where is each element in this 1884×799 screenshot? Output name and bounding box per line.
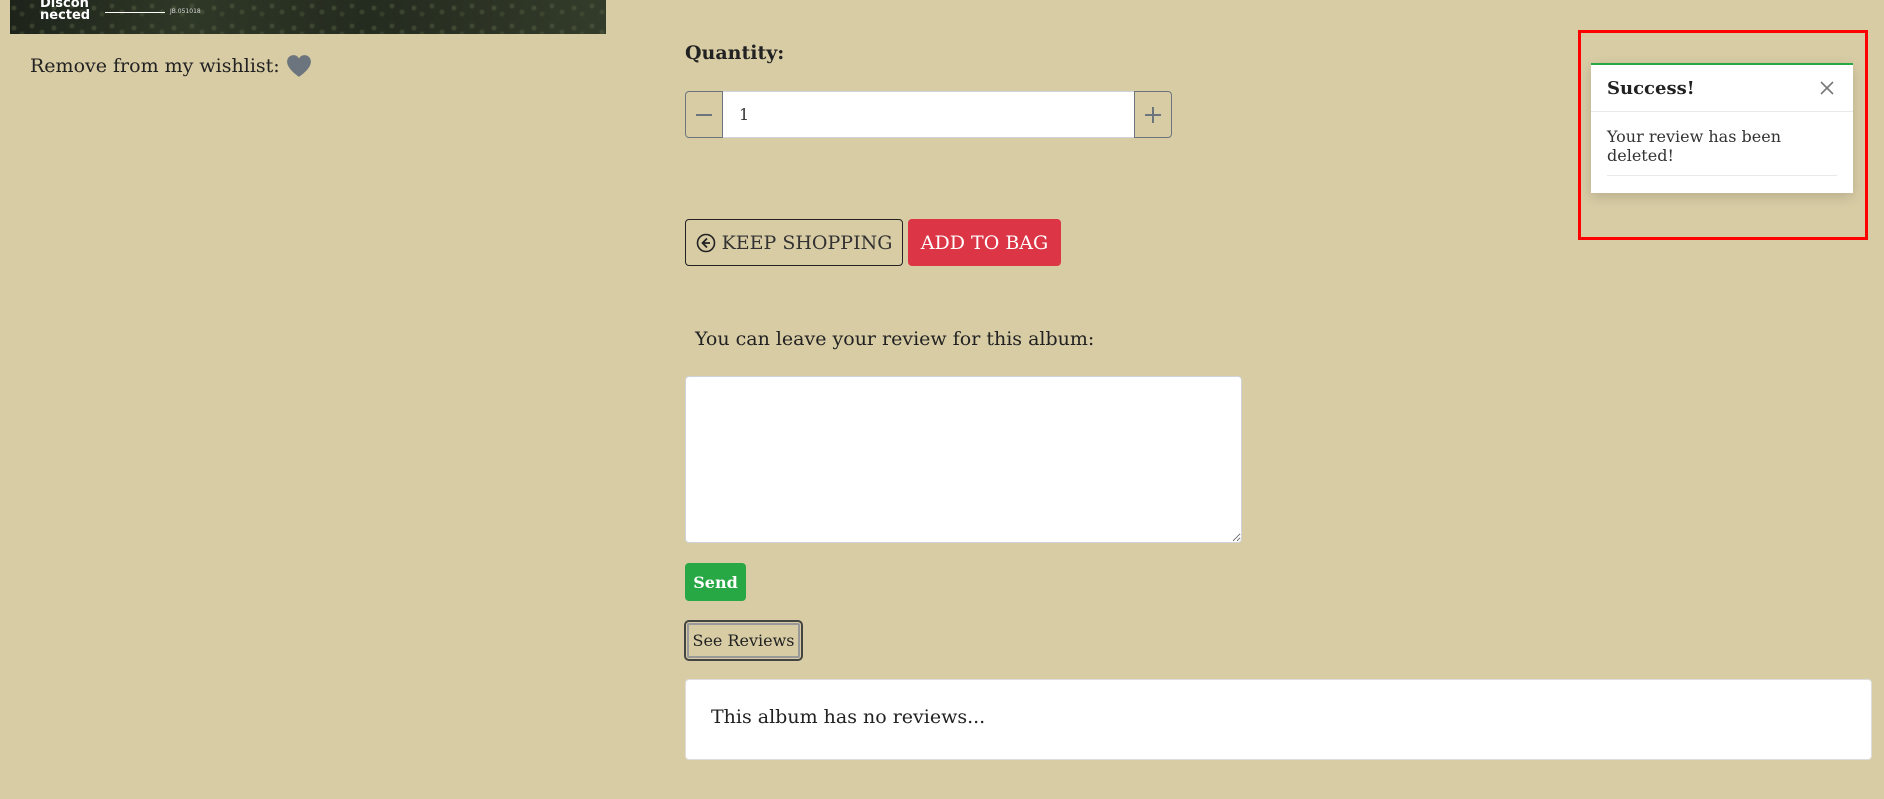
wishlist-label: Remove from my wishlist: [30, 55, 280, 77]
success-toast: Success! Your review has been deleted! [1591, 63, 1853, 193]
album-cover-line [105, 12, 165, 13]
minus-icon [696, 113, 712, 116]
no-reviews-text: This album has no reviews... [711, 706, 986, 728]
no-reviews-card: This album has no reviews... [685, 679, 1872, 760]
review-prompt: You can leave your review for this album… [695, 328, 1095, 350]
toast-message: Your review has been deleted! [1607, 112, 1837, 176]
album-cover-code: JB.051018 [170, 8, 201, 15]
send-review-button[interactable]: Send [685, 563, 746, 601]
toast-title: Success! [1607, 77, 1695, 99]
keep-shopping-label: KEEP SHOPPING [721, 231, 893, 254]
add-to-bag-button[interactable]: ADD TO BAG [908, 219, 1061, 266]
quantity-input[interactable] [723, 91, 1134, 138]
heart-icon[interactable] [286, 54, 312, 78]
album-cover-image: Discon nected JB.051018 [10, 0, 606, 34]
toast-close-button[interactable] [1817, 78, 1837, 98]
album-cover-title: Discon nected [40, 0, 91, 23]
toast-body: Your review has been deleted! [1591, 112, 1853, 176]
review-textarea[interactable] [685, 376, 1242, 543]
wishlist-row: Remove from my wishlist: [30, 54, 312, 78]
quantity-label: Quantity: [685, 42, 785, 64]
toast-header: Success! [1591, 65, 1853, 112]
see-reviews-button[interactable]: See Reviews [684, 620, 803, 661]
plus-icon [1145, 106, 1161, 123]
circle-arrow-left-icon [696, 233, 715, 252]
quantity-decrease-button[interactable] [685, 91, 723, 138]
close-icon [1820, 81, 1834, 95]
quantity-increase-button[interactable] [1134, 91, 1172, 138]
keep-shopping-button[interactable]: KEEP SHOPPING [685, 219, 903, 266]
quantity-stepper [685, 91, 1172, 138]
